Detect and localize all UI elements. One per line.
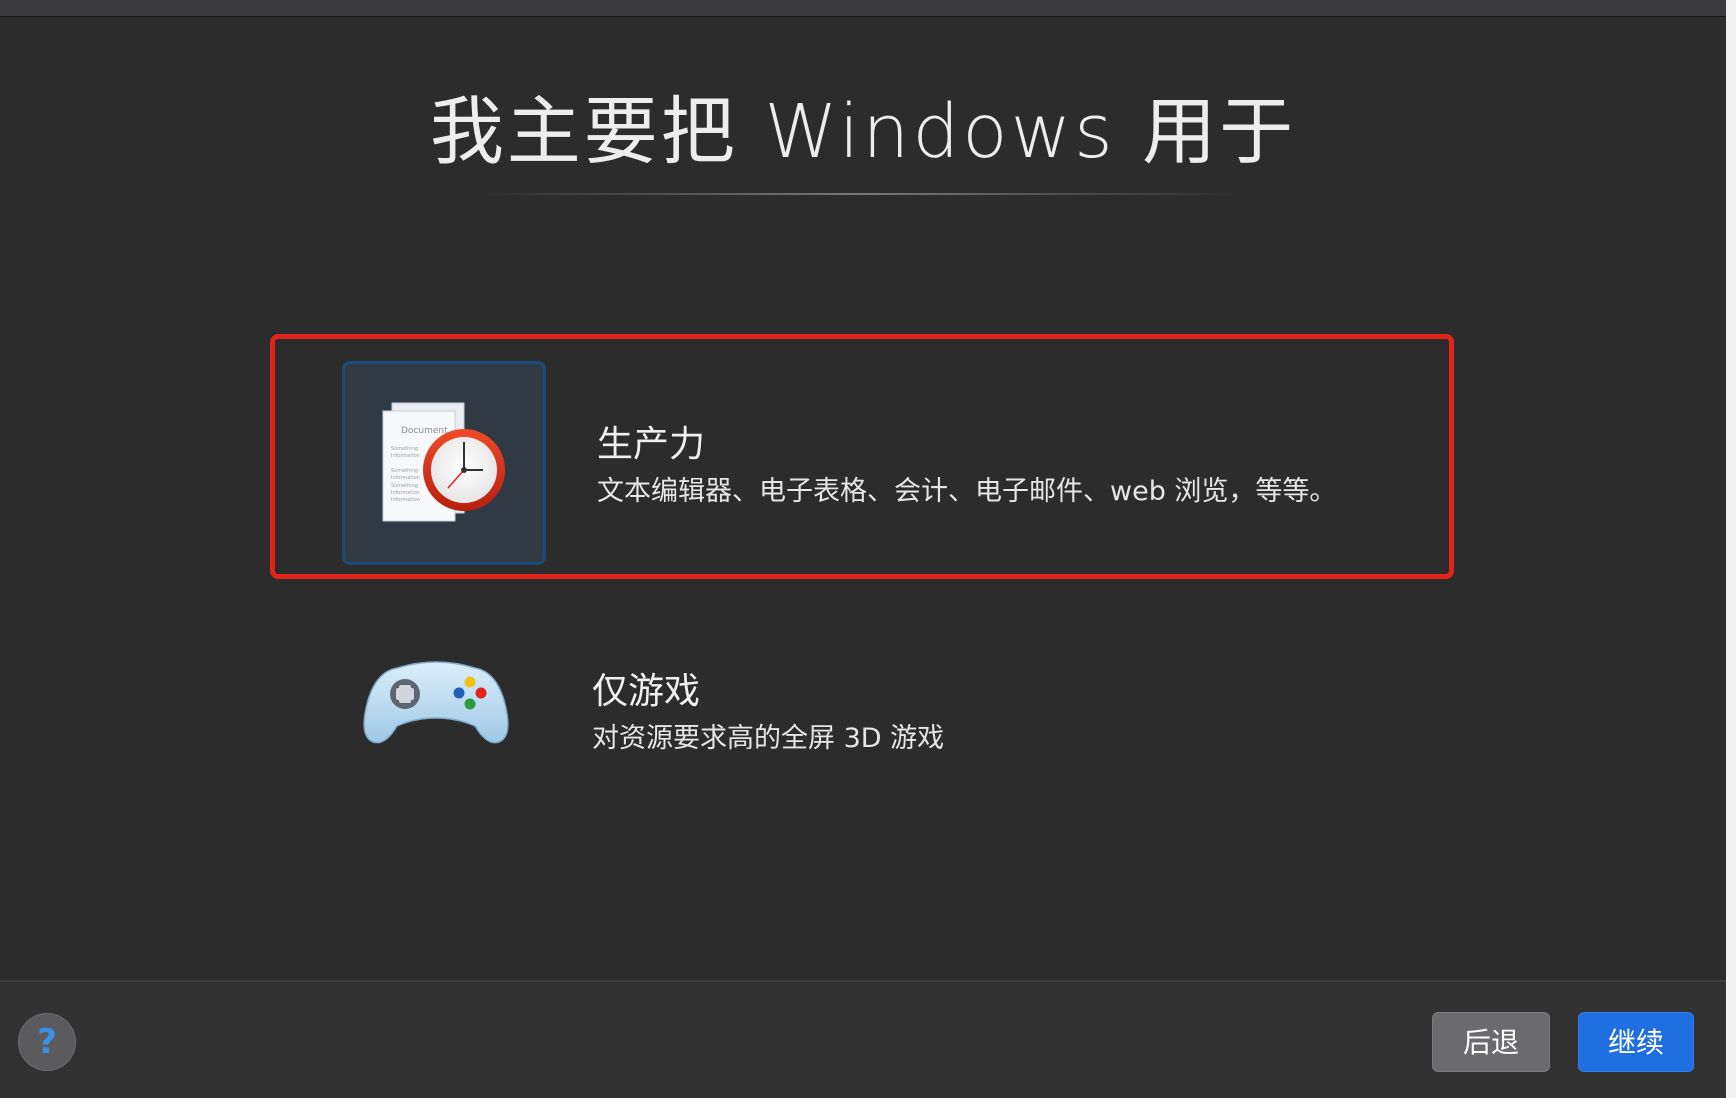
option-games-icon-box bbox=[337, 608, 541, 812]
window-right-edge bbox=[1726, 0, 1736, 1098]
window-top-bar bbox=[0, 0, 1726, 17]
doc-line-text: Information bbox=[391, 453, 420, 459]
back-button[interactable]: 后退 bbox=[1432, 1012, 1550, 1072]
option-games-title: 仅游戏 bbox=[592, 671, 701, 712]
option-games[interactable]: 仅游戏 对资源要求高的全屏 3D 游戏 bbox=[270, 586, 1454, 831]
option-games-description: 对资源要求高的全屏 3D 游戏 bbox=[592, 723, 945, 754]
document-clock-icon: Document Something Information Something… bbox=[382, 402, 505, 522]
option-productivity-icon-box: Document Something Information Something… bbox=[342, 361, 546, 565]
gamepad-icon bbox=[363, 661, 509, 744]
page-title: 我主要把 Windows 用于 bbox=[429, 89, 1297, 175]
continue-button[interactable]: 继续 bbox=[1578, 1012, 1694, 1072]
doc-line-text: Information bbox=[391, 490, 420, 496]
setup-window: 我主要把 Windows 用于 Document Something Infor… bbox=[0, 0, 1726, 1098]
doc-line-text: Information bbox=[391, 475, 420, 481]
doc-line-text: Information bbox=[391, 497, 420, 503]
help-button[interactable]: ? bbox=[18, 1013, 76, 1071]
doc-line-text: Something bbox=[391, 446, 418, 452]
option-productivity-description: 文本编辑器、电子表格、会计、电子邮件、web 浏览，等等。 bbox=[597, 476, 1337, 507]
option-productivity-title: 生产力 bbox=[597, 424, 706, 465]
doc-line-text: Something bbox=[391, 468, 418, 474]
title-divider bbox=[480, 193, 1240, 195]
doc-line-text: Something bbox=[391, 483, 418, 489]
option-productivity[interactable]: Document Something Information Something… bbox=[270, 334, 1454, 579]
doc-heading-text: Document bbox=[401, 426, 448, 436]
